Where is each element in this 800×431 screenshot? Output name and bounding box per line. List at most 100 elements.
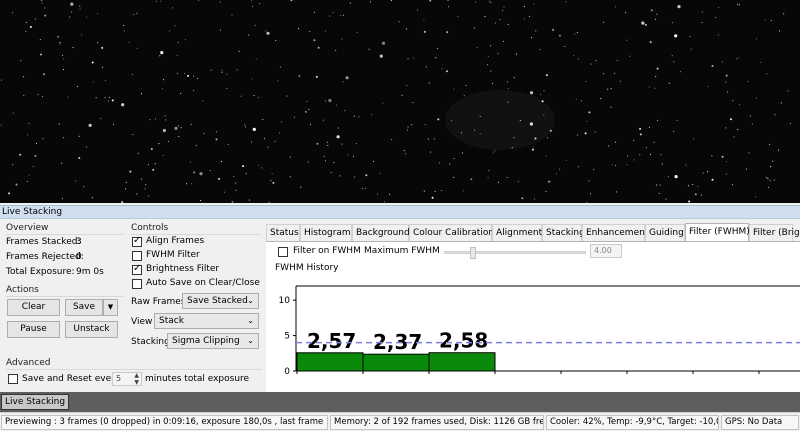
nebula-glow [445,90,555,150]
filter-on-fwhm-checkbox[interactable] [278,247,288,257]
tab-histogram[interactable]: Histogram [300,224,352,241]
star [365,174,368,177]
star [245,173,247,175]
tab-enhancement[interactable]: Enhancement [582,224,648,241]
auto-save-checkbox[interactable] [132,279,142,289]
star [549,129,552,132]
stacking-value: Sigma Clipping [172,336,240,346]
tab-colour-calibration[interactable]: Colour Calibration [409,224,494,241]
align-frames-checkbox[interactable] [132,235,142,247]
star [253,94,255,97]
star [529,91,534,95]
clear-button[interactable]: Clear [7,299,60,316]
star [535,30,537,32]
star [293,116,295,118]
frames-stacked-label: Frames Stacked: [6,237,81,247]
star [336,104,338,106]
view-select[interactable]: Stack ⌄ [154,313,259,329]
save-button[interactable]: Save [65,299,103,316]
star [86,16,88,18]
star [649,41,652,44]
star [610,88,612,90]
tab-filter-fwhm[interactable]: Filter (FWHM) [685,223,750,242]
star [565,159,567,162]
star [766,73,768,75]
star [577,166,579,168]
star [215,131,217,133]
tab-alignment[interactable]: Alignment [492,224,542,241]
pause-button[interactable]: Pause [7,321,60,338]
star [164,128,166,131]
star [440,189,442,192]
maximum-fwhm-label: Maximum FWHM [364,246,440,256]
star [355,143,357,145]
star [423,30,426,33]
star [450,120,453,122]
preview-image[interactable] [0,0,800,203]
star [313,11,315,13]
star [316,142,319,145]
star [154,163,156,165]
star [337,127,339,129]
star [453,176,455,178]
star [58,123,60,125]
stacking-select[interactable]: Sigma Clipping ⌄ [167,333,259,349]
star [773,179,775,181]
tab-guiding[interactable]: Guiding [645,224,685,241]
slider-thumb[interactable] [470,247,477,259]
spinner-arrows-icon[interactable]: ▲ ▼ [134,372,139,386]
save-dropdown-button[interactable]: ▼ [103,299,118,316]
chevron-down-icon: ⌄ [247,336,254,345]
star [502,40,504,42]
star [252,5,254,7]
star [545,190,547,192]
tab-background[interactable]: Background [352,224,410,241]
bottom-tab-live-stacking[interactable]: Live Stacking [1,394,70,410]
tab-filter-brig[interactable]: Filter (Brig [749,224,800,241]
star [162,155,164,157]
star [150,148,153,151]
star [8,192,11,195]
star [121,201,124,203]
star [533,198,535,200]
save-reset-checkbox[interactable] [8,374,18,384]
star [233,175,235,178]
unstack-button[interactable]: Unstack [65,321,118,338]
star [751,123,753,125]
star [470,178,473,181]
star [411,124,413,126]
star [96,12,99,15]
star [61,198,63,200]
star [272,181,275,184]
tab-stacking[interactable]: Stacking [542,224,585,241]
brightness-filter-checkbox[interactable] [132,263,142,275]
star [633,159,635,161]
fwhm-filter-checkbox[interactable] [132,251,142,261]
star [226,88,228,90]
star [461,152,464,154]
star [220,161,223,163]
star [528,15,530,17]
star [725,173,727,175]
star [123,24,125,26]
star [446,31,449,34]
star [199,172,203,176]
maximum-fwhm-slider[interactable] [444,247,586,259]
maximum-fwhm-input[interactable]: 4.00 [590,244,622,258]
star [738,4,740,6]
star [238,50,240,52]
star [259,3,261,5]
star [76,85,78,87]
tab-status[interactable]: Status [266,224,300,241]
raw-frames-select[interactable]: Save Stacked ⌄ [182,293,259,309]
star [625,12,627,14]
save-reset-minutes-spinner[interactable]: 5 ▲ ▼ [112,372,142,386]
star [447,0,449,1]
star [725,161,728,163]
star [416,9,419,11]
star [429,151,432,153]
star [180,92,182,94]
star [626,164,628,166]
star [124,188,127,190]
raw-frames-label: Raw Frames [131,297,186,307]
